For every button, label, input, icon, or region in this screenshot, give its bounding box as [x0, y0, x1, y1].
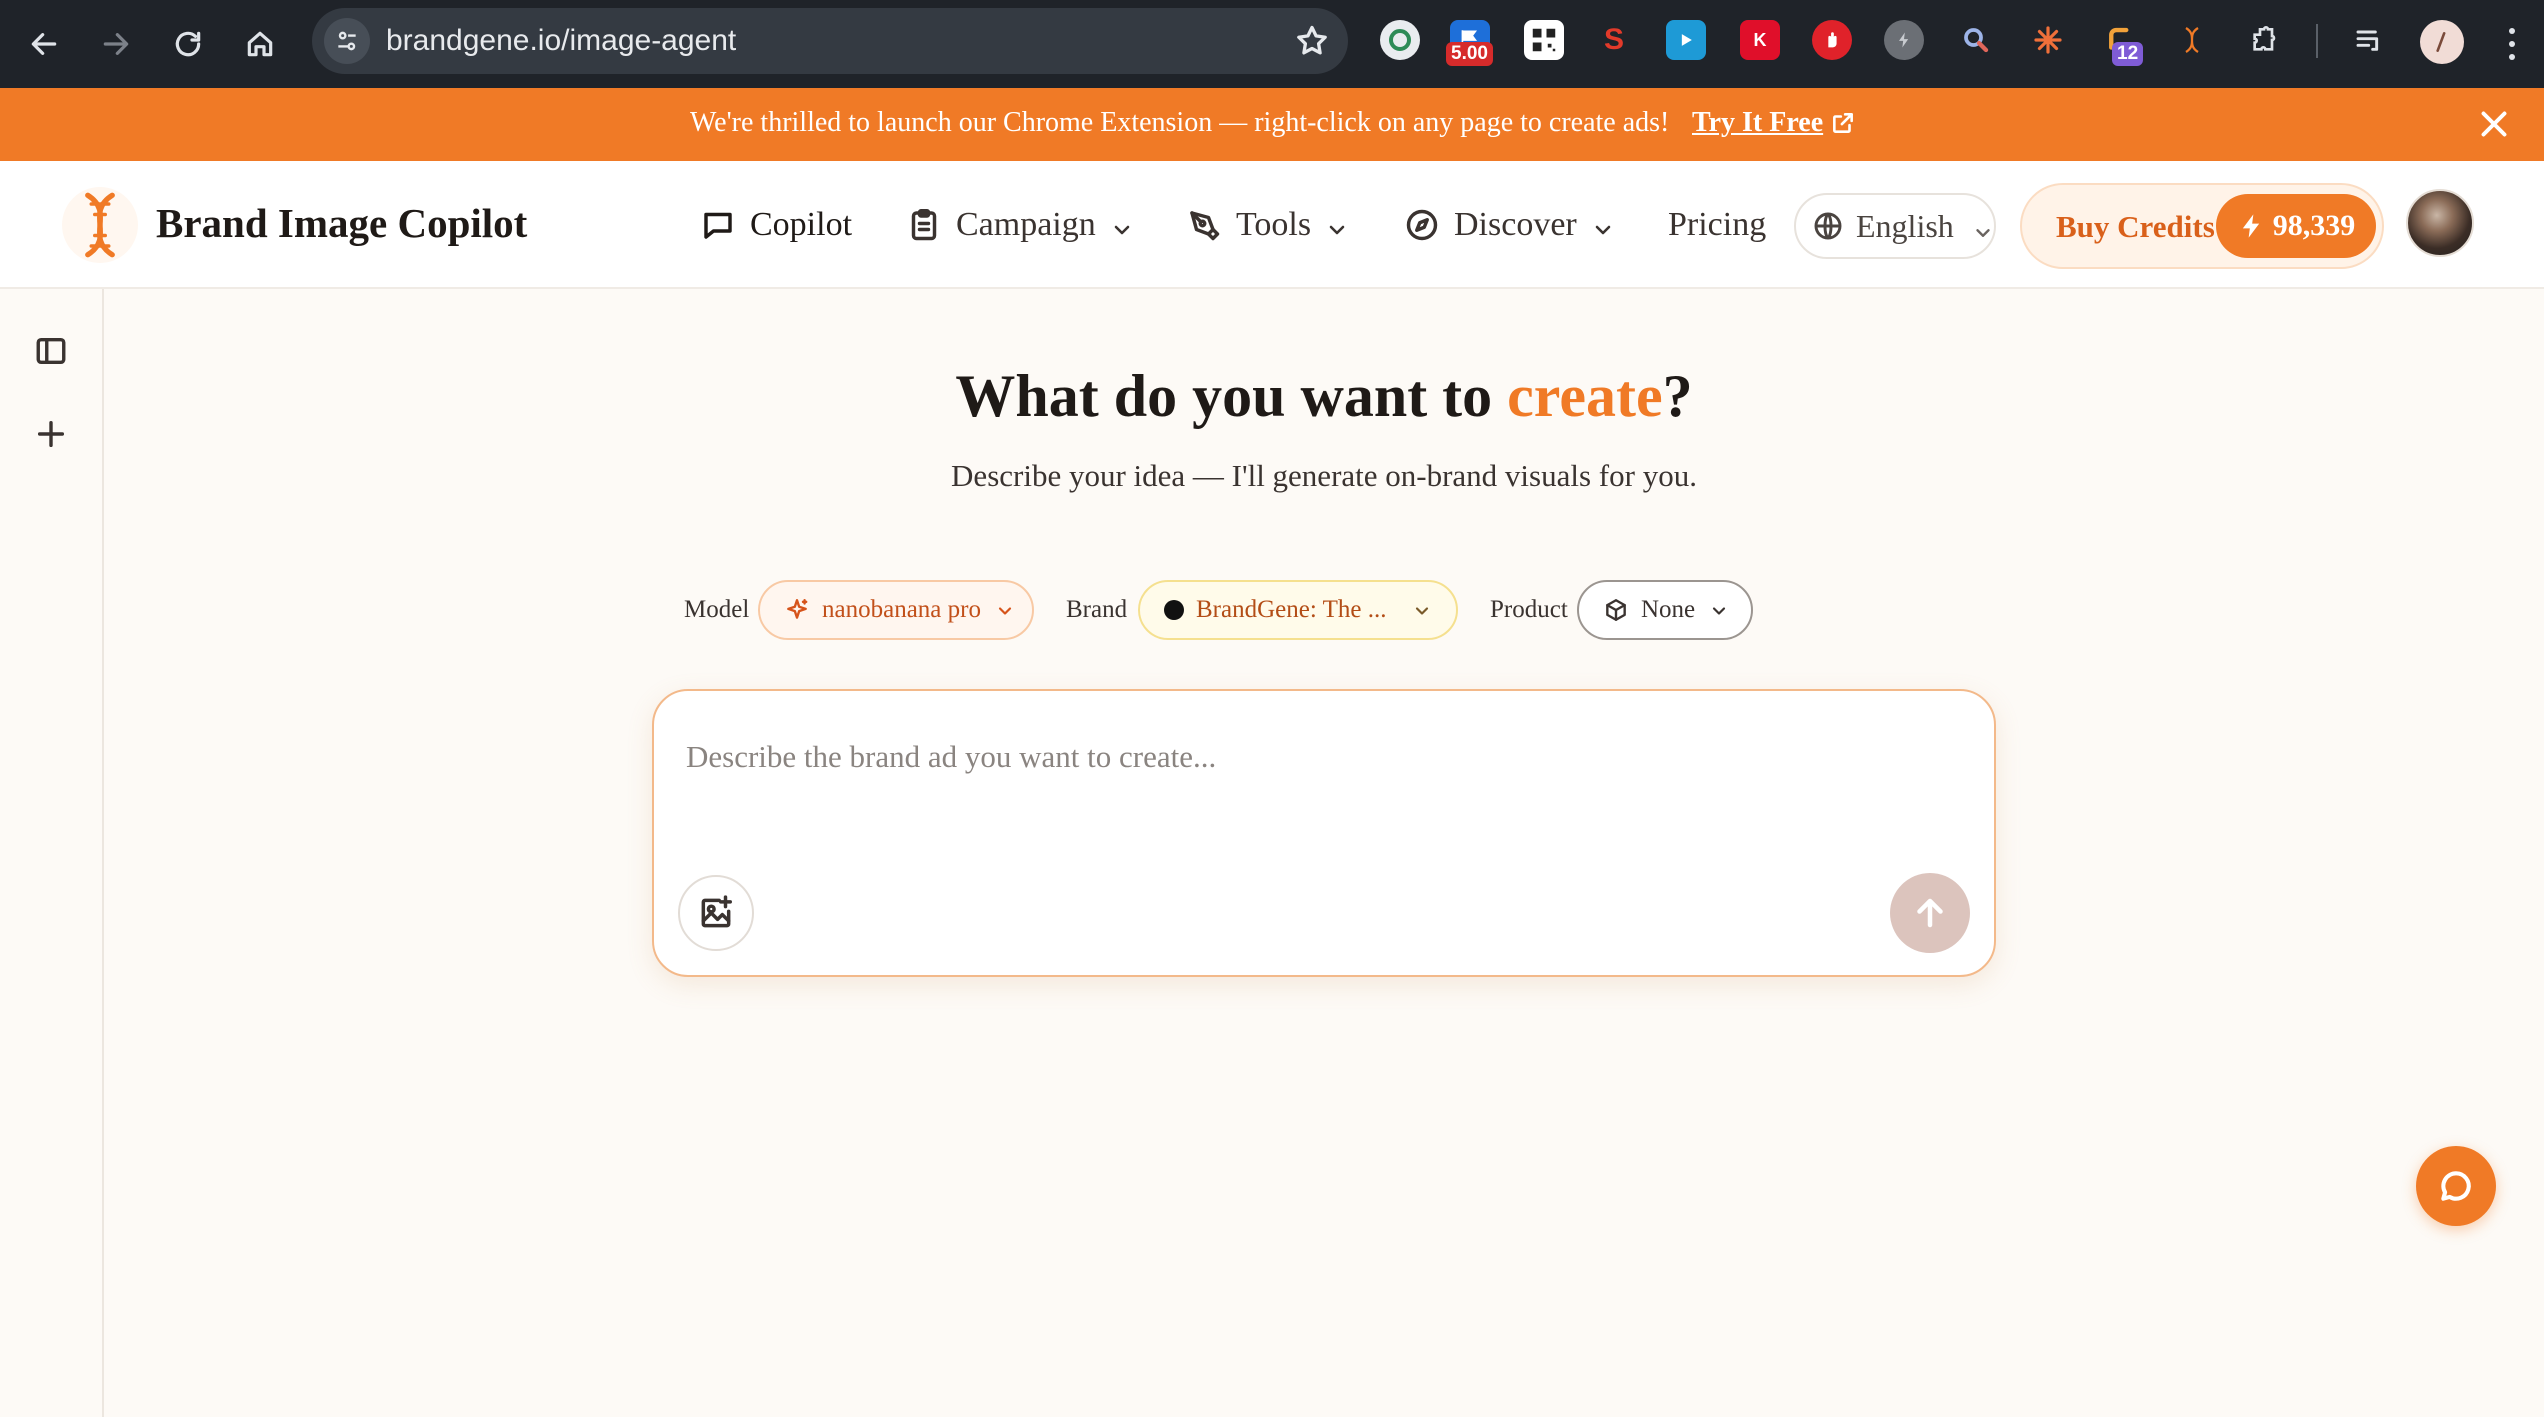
page-title-accent: create: [1507, 363, 1663, 429]
try-it-free-link[interactable]: Try It Free: [1692, 107, 1823, 139]
credits-balance[interactable]: 98,339: [2216, 194, 2376, 258]
add-image-button[interactable]: [678, 875, 754, 951]
arrow-up-icon: [1917, 898, 1943, 928]
url-text[interactable]: brandgene.io/image-agent: [386, 24, 736, 58]
adblock-hand-icon[interactable]: [1812, 20, 1852, 60]
chevron-down-icon: [1412, 600, 1432, 620]
chevron-down-icon: [1591, 213, 1615, 237]
asterisk-extension-icon[interactable]: [2028, 20, 2068, 60]
nav-copilot[interactable]: Copilot: [700, 203, 852, 247]
chat-bubble-icon: [700, 207, 736, 243]
send-button[interactable]: [1890, 873, 1970, 953]
promo-banner: We're thrilled to launch our Chrome Exte…: [0, 88, 2544, 161]
page-title: What do you want to create?: [104, 362, 2544, 431]
clipboard-icon: [906, 207, 942, 243]
page-title-end: ?: [1662, 363, 1693, 429]
nav-pricing-label: Pricing: [1668, 206, 1767, 243]
nav-campaign[interactable]: Campaign: [906, 203, 1134, 247]
external-link-icon[interactable]: [1830, 110, 1856, 136]
globe-icon: [1812, 210, 1844, 242]
product-selector[interactable]: None: [1577, 580, 1753, 640]
page-title-text: What do you want to: [955, 363, 1508, 429]
forward-icon[interactable]: [86, 14, 146, 74]
seo-extension-icon[interactable]: S: [1594, 20, 1634, 60]
nav-tools[interactable]: Tools: [1186, 203, 1349, 247]
close-icon[interactable]: [2476, 106, 2512, 142]
banner-message: We're thrilled to launch our Chrome Exte…: [690, 107, 1670, 138]
dna-logo-icon[interactable]: [62, 187, 138, 263]
sparkle-icon: [784, 597, 810, 623]
video-extension-icon[interactable]: [1666, 20, 1706, 60]
support-chat-button[interactable]: [2416, 1146, 2496, 1226]
page-subtitle: Describe your idea — I'll generate on-br…: [951, 458, 1697, 493]
nav-discover[interactable]: Discover: [1404, 203, 1615, 247]
brandgene-extension-icon[interactable]: [2172, 20, 2212, 60]
nav-tools-label: Tools: [1236, 206, 1312, 243]
chevron-down-icon: [1325, 213, 1349, 237]
nav-campaign-label: Campaign: [956, 206, 1096, 243]
qr-code-extension-icon[interactable]: [1524, 20, 1564, 60]
reload-icon[interactable]: [158, 14, 218, 74]
box-icon: [1603, 597, 1629, 623]
site-settings-icon[interactable]: [324, 18, 370, 64]
chevron-down-icon: [1110, 213, 1134, 237]
model-selector[interactable]: nanobanana pro: [758, 580, 1034, 640]
product-value: None: [1641, 596, 1696, 623]
model-value: nanobanana pro: [822, 596, 981, 623]
chevron-down-icon: [1972, 215, 1994, 237]
more-menu-icon[interactable]: [2502, 24, 2522, 64]
magnifier-extension-icon[interactable]: [1956, 20, 1996, 60]
lightning-extension-icon[interactable]: [1884, 20, 1924, 60]
back-icon[interactable]: [14, 14, 74, 74]
nav-copilot-label: Copilot: [750, 206, 853, 243]
prompt-input[interactable]: [686, 727, 1946, 787]
home-icon[interactable]: [230, 14, 290, 74]
lightning-bolt-icon: [2237, 212, 2265, 240]
app-header: Brand Image Copilot Copilot Campaign Too…: [0, 161, 2544, 289]
new-chat-plus-icon[interactable]: [30, 413, 72, 455]
browser-toolbar: brandgene.io/image-agent 5.00 S K 12: [0, 0, 2544, 88]
brand-value: BrandGene: The ...: [1196, 596, 1387, 623]
brand-selector[interactable]: BrandGene: The ...: [1138, 580, 1458, 640]
bookmark-star-icon[interactable]: [1294, 23, 1330, 59]
model-label: Model: [684, 596, 750, 623]
nav-pricing[interactable]: Pricing: [1668, 203, 1766, 247]
brand-color-dot: [1164, 600, 1184, 620]
brand-label: Brand: [1066, 596, 1128, 623]
credits-widget[interactable]: Buy Credits 98,339: [2020, 183, 2384, 269]
buy-credits-button[interactable]: Buy Credits: [2056, 209, 2215, 245]
k-extension-icon[interactable]: K: [1740, 20, 1780, 60]
profile-avatar-icon[interactable]: [2420, 20, 2464, 64]
reading-list-icon[interactable]: [2350, 20, 2390, 60]
extensions-puzzle-icon[interactable]: [2244, 20, 2284, 60]
sidebar-toggle-icon[interactable]: [30, 330, 72, 372]
credits-count: 98,339: [2272, 209, 2356, 242]
chevron-down-icon: [1709, 600, 1729, 620]
nav-discover-label: Discover: [1454, 206, 1577, 243]
chevron-down-icon: [995, 600, 1015, 620]
language-label: English: [1856, 207, 1954, 244]
extension-count-badge: 12: [2112, 42, 2144, 66]
avatar[interactable]: [2406, 189, 2474, 257]
pen-tool-icon: [1186, 207, 1222, 243]
product-label: Product: [1490, 596, 1568, 623]
prompt-composer: [652, 689, 1996, 977]
language-selector[interactable]: English: [1794, 193, 1996, 259]
extension-circle-icon[interactable]: [1380, 20, 1420, 60]
brand-name[interactable]: Brand Image Copilot: [156, 199, 527, 247]
extension-price-badge: 5.00: [1446, 42, 1493, 66]
chat-bubble-icon: [2441, 1171, 2471, 1201]
address-bar[interactable]: brandgene.io/image-agent: [312, 8, 1348, 74]
toolbar-divider: [2316, 24, 2318, 58]
sidebar: [0, 289, 104, 1417]
compass-icon: [1404, 207, 1440, 243]
image-plus-icon: [701, 895, 732, 928]
